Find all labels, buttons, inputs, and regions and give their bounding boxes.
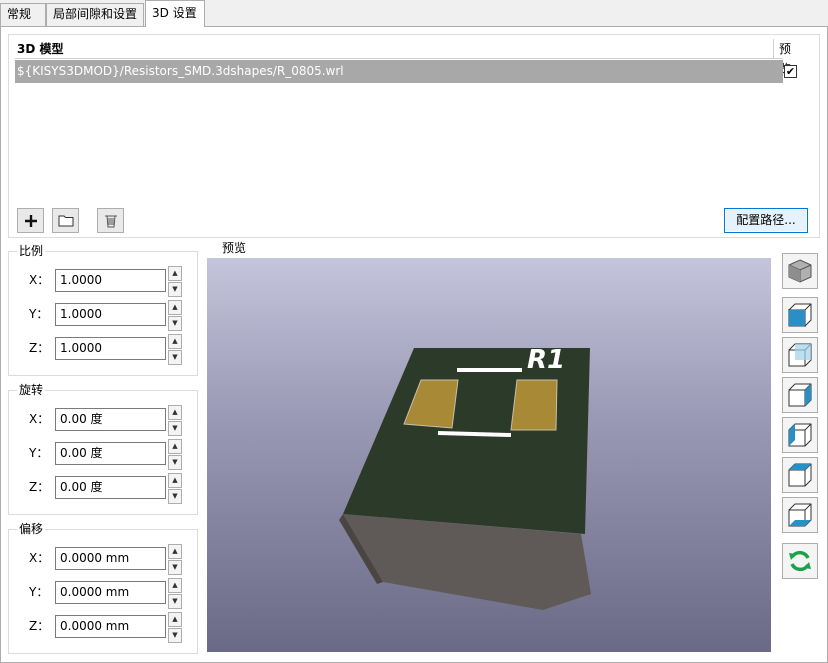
- tab-local-clearance[interactable]: 局部间隙和设置: [46, 3, 144, 26]
- spin-up-icon[interactable]: ▲: [168, 612, 182, 627]
- scale-z-input[interactable]: 1.0000: [55, 337, 166, 360]
- offset-z-label: Z：: [29, 619, 50, 633]
- preview-label: 预览: [222, 241, 247, 255]
- rotation-x-spinner[interactable]: ▲ ▼: [168, 405, 182, 436]
- spin-down-icon[interactable]: ▼: [168, 489, 182, 504]
- offset-z-input[interactable]: 0.0000 mm: [55, 615, 166, 638]
- spin-up-icon[interactable]: ▲: [168, 439, 182, 454]
- rotation-z-input[interactable]: 0.00 度: [55, 476, 166, 499]
- view-back-button[interactable]: [782, 337, 818, 373]
- rotation-group: 旋转 X： 0.00 度 ▲ ▼ Y： 0.00 度 ▲ ▼ Z： 0.00 度 ▲…: [8, 383, 198, 515]
- offset-y-spinner[interactable]: ▲ ▼: [168, 578, 182, 609]
- offset-x-spinner[interactable]: ▲ ▼: [168, 544, 182, 575]
- column-header-model: 3D 模型: [17, 42, 64, 56]
- offset-y-input[interactable]: 0.0000 mm: [55, 581, 166, 604]
- scale-z-label: Z：: [29, 341, 50, 355]
- plus-icon: [24, 214, 37, 227]
- view-bottom-button[interactable]: [782, 497, 818, 533]
- delete-model-button[interactable]: [97, 208, 124, 233]
- model-table: 3D 模型 预览 ${KISYS3DMOD}/Resistors_SMD.3ds…: [15, 39, 797, 85]
- open-file-button[interactable]: [52, 208, 79, 233]
- rotation-z-spinner[interactable]: ▲ ▼: [168, 473, 182, 504]
- rotation-x-label: X：: [29, 412, 50, 426]
- tab-page-3d-settings: 3D 模型 预览 ${KISYS3DMOD}/Resistors_SMD.3ds…: [0, 26, 828, 663]
- rotation-y-spinner[interactable]: ▲ ▼: [168, 439, 182, 470]
- view-left-button[interactable]: [782, 377, 818, 413]
- view-right-button[interactable]: [782, 417, 818, 453]
- spin-down-icon[interactable]: ▼: [168, 350, 182, 365]
- offset-y-label: Y：: [29, 585, 49, 599]
- view-3d-button[interactable]: [782, 253, 818, 289]
- spin-down-icon[interactable]: ▼: [168, 421, 182, 436]
- board-top-face: [343, 348, 590, 534]
- reload-icon: [789, 550, 811, 572]
- table-row[interactable]: ${KISYS3DMOD}/Resistors_SMD.3dshapes/R_0…: [15, 60, 797, 83]
- scale-x-spinner[interactable]: ▲ ▼: [168, 266, 182, 297]
- view-3d-icon: [788, 259, 812, 283]
- reload-button[interactable]: [782, 543, 818, 579]
- scale-group: 比例 X： 1.0000 ▲ ▼ Y： 1.0000 ▲ ▼ Z： 1.0000 ▲…: [8, 244, 198, 376]
- view-left-icon: [788, 383, 812, 407]
- scale-y-label: Y：: [29, 307, 49, 321]
- group-title-offset: 偏移: [17, 522, 46, 536]
- preview-checkbox[interactable]: ✔: [784, 65, 797, 78]
- scale-x-input[interactable]: 1.0000: [55, 269, 166, 292]
- add-model-button[interactable]: [17, 208, 44, 233]
- rotation-y-input[interactable]: 0.00 度: [55, 442, 166, 465]
- spin-down-icon[interactable]: ▼: [168, 316, 182, 331]
- spin-up-icon[interactable]: ▲: [168, 300, 182, 315]
- rotation-y-label: Y：: [29, 446, 49, 460]
- scale-x-label: X：: [29, 273, 50, 287]
- table-header: 3D 模型 预览: [15, 39, 791, 76]
- rotation-x-input[interactable]: 0.00 度: [55, 408, 166, 431]
- spin-up-icon[interactable]: ▲: [168, 544, 182, 559]
- view-top-button[interactable]: [782, 457, 818, 493]
- silkscreen-ref-text: R1: [527, 345, 565, 375]
- scale-y-input[interactable]: 1.0000: [55, 303, 166, 326]
- spin-up-icon[interactable]: ▲: [168, 266, 182, 281]
- tab-bar: 常规 局部间隙和设置 3D 设置: [0, 0, 828, 27]
- offset-x-label: X：: [29, 551, 50, 565]
- resistor-3d-model: R1: [339, 345, 591, 610]
- view-bottom-icon: [788, 503, 812, 527]
- offset-x-input[interactable]: 0.0000 mm: [55, 547, 166, 570]
- spin-up-icon[interactable]: ▲: [168, 405, 182, 420]
- model-list-group: 3D 模型 预览 ${KISYS3DMOD}/Resistors_SMD.3ds…: [8, 34, 820, 238]
- view-top-icon: [788, 463, 812, 487]
- offset-group: 偏移 X： 0.0000 mm ▲ ▼ Y： 0.0000 mm ▲ ▼ Z： 0.…: [8, 522, 198, 654]
- spin-up-icon[interactable]: ▲: [168, 334, 182, 349]
- spin-down-icon[interactable]: ▼: [168, 594, 182, 609]
- rotation-z-label: Z：: [29, 480, 50, 494]
- column-divider: [773, 39, 774, 59]
- view-front-button[interactable]: [782, 297, 818, 333]
- column-header-preview: 预览: [779, 42, 792, 76]
- tab-general[interactable]: 常规: [0, 3, 46, 26]
- group-title-scale: 比例: [17, 244, 46, 258]
- configure-paths-button[interactable]: 配置路径...: [724, 208, 808, 233]
- spin-down-icon[interactable]: ▼: [168, 455, 182, 470]
- offset-z-spinner[interactable]: ▲ ▼: [168, 612, 182, 643]
- scale-y-spinner[interactable]: ▲ ▼: [168, 300, 182, 331]
- spin-up-icon[interactable]: ▲: [168, 473, 182, 488]
- spin-up-icon[interactable]: ▲: [168, 578, 182, 593]
- folder-icon: [58, 215, 73, 227]
- 3d-preview-viewport[interactable]: R1: [207, 258, 771, 652]
- tab-label: 3D 设置: [152, 6, 197, 20]
- tab-label: 局部间隙和设置: [53, 7, 138, 21]
- spin-down-icon[interactable]: ▼: [168, 282, 182, 297]
- view-back-icon: [788, 343, 812, 367]
- model-path[interactable]: ${KISYS3DMOD}/Resistors_SMD.3dshapes/R_0…: [17, 60, 344, 83]
- scale-z-spinner[interactable]: ▲ ▼: [168, 334, 182, 365]
- view-right-icon: [788, 423, 812, 447]
- trash-icon: [104, 215, 117, 228]
- tab-3d-settings[interactable]: 3D 设置: [145, 0, 205, 27]
- tab-label: 常规: [7, 7, 32, 21]
- view-front-icon: [787, 303, 812, 328]
- silkscreen-line: [437, 431, 512, 437]
- spin-down-icon[interactable]: ▼: [168, 628, 182, 643]
- group-title-rotation: 旋转: [17, 383, 46, 397]
- pad-right: [510, 379, 558, 431]
- spin-down-icon[interactable]: ▼: [168, 560, 182, 575]
